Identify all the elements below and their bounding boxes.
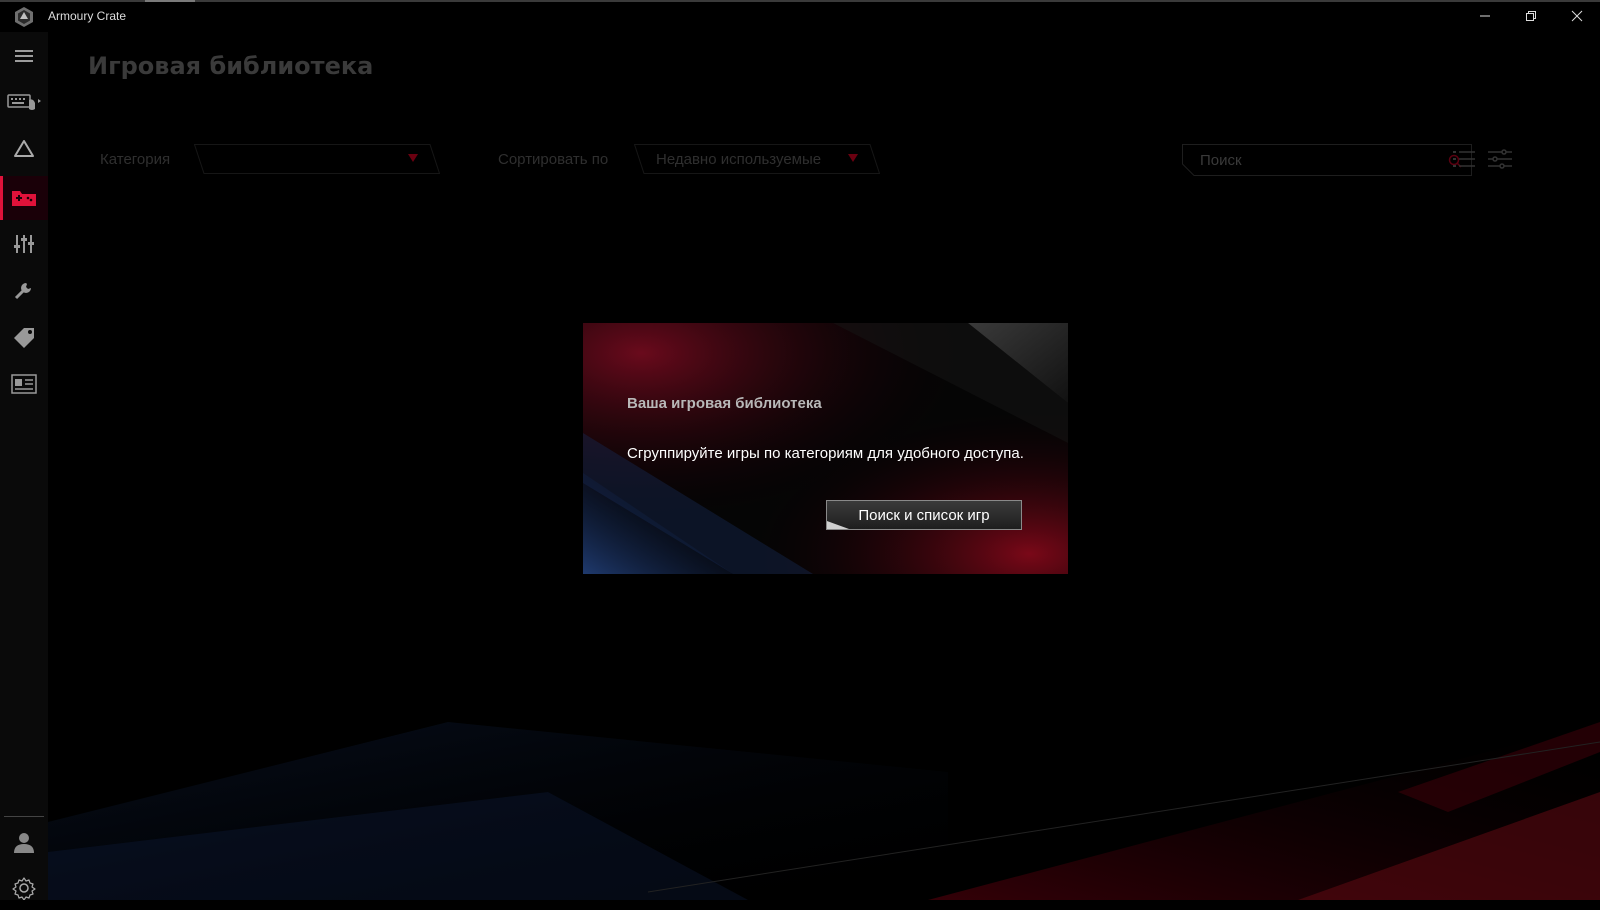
sort-value: Недавно используемые <box>656 151 822 168</box>
loading-track <box>0 0 1600 2</box>
sidebar-menu-toggle[interactable] <box>0 34 48 78</box>
user-icon <box>14 833 34 853</box>
page-title: Игровая библиотека <box>88 52 374 80</box>
sidebar-item-game-library[interactable] <box>0 176 48 220</box>
dialog-message: Сгруппируйте игры по категориям для удоб… <box>627 445 1024 462</box>
sort-label: Сортировать по <box>498 151 609 168</box>
minimize-icon <box>1480 15 1490 17</box>
main-content: Игровая библиотека Категория Сортировать… <box>48 32 1600 900</box>
sidebar-item-news[interactable] <box>0 362 48 406</box>
category-dropdown-frame <box>194 144 440 174</box>
filter-settings-button[interactable] <box>1485 144 1515 174</box>
category-label: Категория <box>100 151 171 168</box>
list-view-icon <box>1453 151 1475 167</box>
sort-dropdown[interactable]: Недавно используемые <box>634 144 880 174</box>
restore-icon <box>1526 11 1536 21</box>
tools-icon <box>14 283 31 300</box>
sidebar-divider <box>4 816 44 817</box>
minimize-button[interactable] <box>1462 0 1508 32</box>
search-and-list-games-label: Поиск и список игр <box>858 506 990 524</box>
search-placeholder: Поиск <box>1200 152 1242 169</box>
sidebar-item-tools[interactable] <box>0 268 48 312</box>
settings-gear-icon <box>12 877 36 900</box>
sidebar-item-scenario-profiles[interactable] <box>0 222 48 266</box>
search-input[interactable]: Поиск <box>1182 144 1472 176</box>
search-and-list-games-button[interactable]: Поиск и список игр <box>826 500 1022 530</box>
sidebar-item-settings[interactable] <box>0 866 48 910</box>
sidebar-item-user[interactable] <box>0 820 48 864</box>
hamburger-menu-icon <box>15 50 33 62</box>
chevron-down-icon <box>848 154 858 162</box>
sidebar-item-deals[interactable] <box>0 315 48 359</box>
deals-tag-icon <box>14 328 34 348</box>
button-corner-accent <box>827 521 849 529</box>
app-title: Armoury Crate <box>48 9 127 23</box>
sidebar-item-aura-sync[interactable] <box>0 127 48 171</box>
armoury-crate-logo-icon <box>15 7 33 27</box>
game-library-icon <box>12 191 36 206</box>
chevron-down-icon <box>408 154 418 162</box>
list-view-button[interactable] <box>1449 144 1479 174</box>
category-dropdown[interactable] <box>194 144 440 174</box>
aura-sync-icon <box>14 140 34 157</box>
sidebar <box>0 32 48 900</box>
loading-indicator <box>145 0 195 2</box>
devices-icon <box>7 94 41 110</box>
close-button[interactable] <box>1554 0 1600 32</box>
title-bar: Armoury Crate <box>0 0 1600 32</box>
restore-button[interactable] <box>1508 0 1554 32</box>
sidebar-item-devices[interactable] <box>0 80 48 124</box>
close-icon <box>1571 10 1583 22</box>
scenario-profiles-icon <box>14 235 34 253</box>
empty-library-dialog: Ваша игровая библиотека Сгруппируйте игр… <box>583 323 1068 574</box>
dialog-title: Ваша игровая библиотека <box>627 395 822 412</box>
news-icon <box>11 374 37 394</box>
sliders-icon <box>1488 149 1512 169</box>
